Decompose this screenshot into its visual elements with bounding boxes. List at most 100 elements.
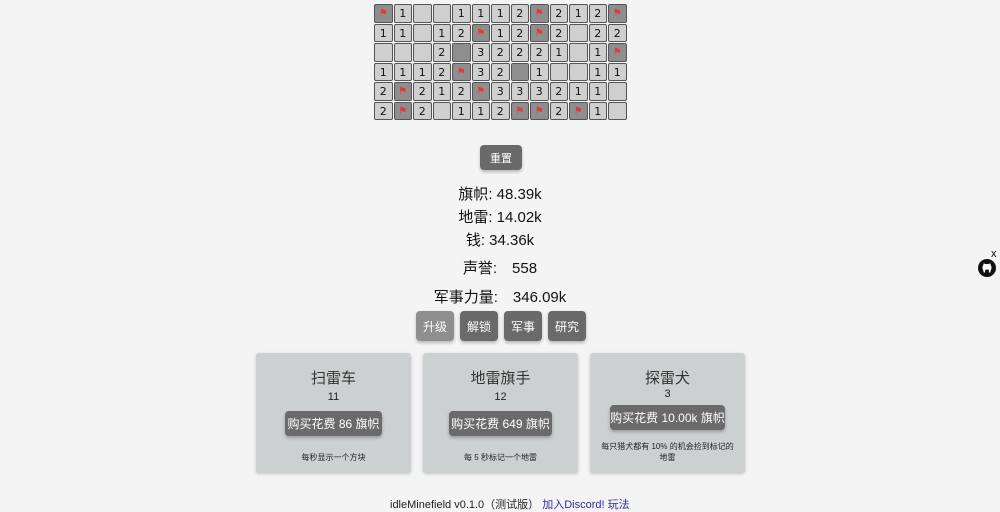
revealed-cell[interactable]: 1	[530, 62, 549, 81]
revealed-cell[interactable]: 2	[549, 82, 568, 101]
flagged-cell[interactable]: ⚑	[530, 101, 549, 120]
revealed-cell[interactable]: 1	[471, 4, 490, 23]
revealed-cell[interactable]: 2	[452, 23, 471, 42]
revealed-cell[interactable]: 1	[432, 82, 451, 101]
revealed-cell[interactable]: 1	[608, 62, 627, 81]
revealed-cell[interactable]: 1	[393, 23, 412, 42]
revealed-cell[interactable]: 2	[491, 101, 510, 120]
flagged-cell[interactable]: ⚑	[608, 43, 627, 62]
revealed-cell[interactable]: 1	[588, 62, 607, 81]
card-description: 每只猎犬都有 10% 的机会捡到标记的地雷	[601, 442, 734, 462]
revealed-cell[interactable]: 2	[549, 23, 568, 42]
tab-military[interactable]: 军事	[504, 311, 542, 341]
revealed-cell[interactable]: 1	[588, 82, 607, 101]
flag-icon: ⚑	[573, 105, 583, 117]
revealed-cell[interactable]: 1	[491, 23, 510, 42]
flag-icon: ⚑	[534, 27, 544, 39]
flag-icon: ⚑	[476, 27, 486, 39]
tab-unlocks[interactable]: 解锁	[460, 311, 498, 341]
revealed-cell[interactable]	[393, 43, 412, 62]
revealed-cell[interactable]: 1	[569, 4, 588, 23]
revealed-cell[interactable]: 1	[452, 4, 471, 23]
flagged-cell[interactable]: ⚑	[374, 4, 393, 23]
card-count: 12	[494, 391, 507, 403]
revealed-cell[interactable]: 2	[608, 23, 627, 42]
flagged-cell[interactable]: ⚑	[393, 101, 412, 120]
revealed-cell[interactable]: 1	[569, 82, 588, 101]
revealed-cell[interactable]: 1	[393, 62, 412, 81]
revealed-cell[interactable]	[569, 23, 588, 42]
flagged-cell[interactable]: ⚑	[530, 23, 549, 42]
revealed-cell[interactable]: 1	[588, 43, 607, 62]
revealed-cell[interactable]: 2	[491, 62, 510, 81]
flagged-cell[interactable]: ⚑	[608, 4, 627, 23]
revealed-cell[interactable]	[432, 4, 451, 23]
buy-flagger-button[interactable]: 购买花费 649 旗帜	[449, 411, 552, 436]
revealed-cell[interactable]	[413, 4, 432, 23]
revealed-cell[interactable]: 2	[374, 82, 393, 101]
revealed-cell[interactable]: 2	[452, 82, 471, 101]
flagged-cell[interactable]: ⚑	[471, 82, 490, 101]
money-count: 钱: 34.36k	[465, 232, 535, 249]
prestige-count: 声誉: 558	[462, 260, 538, 277]
revealed-cell[interactable]: 3	[491, 82, 510, 101]
flagged-cell[interactable]: ⚑	[530, 4, 549, 23]
revealed-cell[interactable]: 1	[413, 62, 432, 81]
revealed-cell[interactable]: 3	[530, 82, 549, 101]
card-title: 地雷旗手	[470, 370, 531, 387]
unrevealed-cell[interactable]	[452, 43, 471, 62]
revealed-cell[interactable]: 1	[452, 101, 471, 120]
revealed-cell[interactable]: 3	[510, 82, 529, 101]
revealed-cell[interactable]: 2	[549, 4, 568, 23]
flagged-cell[interactable]: ⚑	[569, 101, 588, 120]
buy-dog-button[interactable]: 购买花费 10.00k 旗帜	[610, 405, 725, 430]
flagged-cell[interactable]: ⚑	[510, 101, 529, 120]
revealed-cell[interactable]	[413, 23, 432, 42]
revealed-cell[interactable]: 2	[588, 23, 607, 42]
mines-count: 地雷: 14.02k	[458, 209, 542, 226]
revealed-cell[interactable]: 1	[491, 4, 510, 23]
revealed-cell[interactable]	[549, 62, 568, 81]
buy-sweeper-button[interactable]: 购买花费 86 旗帜	[285, 411, 382, 436]
revealed-cell[interactable]	[374, 43, 393, 62]
revealed-cell[interactable]: 2	[530, 43, 549, 62]
flagged-cell[interactable]: ⚑	[471, 23, 490, 42]
revealed-cell[interactable]	[413, 43, 432, 62]
flagged-cell[interactable]: ⚑	[393, 82, 412, 101]
flag-icon: ⚑	[476, 86, 486, 97]
revealed-cell[interactable]: 2	[588, 4, 607, 23]
unrevealed-cell[interactable]	[510, 62, 529, 81]
revealed-cell[interactable]: 1	[549, 43, 568, 62]
revealed-cell[interactable]: 1	[374, 62, 393, 81]
revealed-cell[interactable]	[608, 82, 627, 101]
revealed-cell[interactable]: 2	[432, 62, 451, 81]
revealed-cell[interactable]: 2	[510, 43, 529, 62]
revealed-cell[interactable]	[569, 43, 588, 62]
revealed-cell[interactable]: 2	[413, 82, 432, 101]
revealed-cell[interactable]: 3	[471, 43, 490, 62]
tab-research[interactable]: 研究	[548, 311, 586, 341]
footer: idleMinefield v0.1.0（测试版） 加入Discord! 玩法	[390, 496, 630, 512]
revealed-cell[interactable]: 2	[413, 101, 432, 120]
revealed-cell[interactable]	[608, 101, 627, 120]
reset-button[interactable]: 重置	[480, 145, 522, 170]
revealed-cell[interactable]: 1	[393, 4, 412, 23]
revealed-cell[interactable]: 1	[432, 23, 451, 42]
tab-upgrades[interactable]: 升级	[416, 311, 454, 341]
revealed-cell[interactable]: 3	[471, 62, 490, 81]
revealed-cell[interactable]: 1	[471, 101, 490, 120]
revealed-cell[interactable]: 2	[510, 23, 529, 42]
revealed-cell[interactable]: 2	[374, 101, 393, 120]
revealed-cell[interactable]: 2	[549, 101, 568, 120]
revealed-cell[interactable]	[432, 101, 451, 120]
revealed-cell[interactable]: 2	[510, 4, 529, 23]
revealed-cell[interactable]: 1	[374, 23, 393, 42]
revealed-cell[interactable]: 2	[432, 43, 451, 62]
revealed-cell[interactable]: 1	[588, 101, 607, 120]
revealed-cell[interactable]: 2	[491, 43, 510, 62]
revealed-cell[interactable]	[569, 62, 588, 81]
github-icon[interactable]	[978, 259, 996, 277]
flagged-cell[interactable]: ⚑	[452, 62, 471, 81]
card-title: 探雷犬	[644, 370, 690, 387]
minefield-board[interactable]: ⚑ 1 1 1 1 2 ⚑ 2 1 2 ⚑ 1 1 1 2 ⚑ 1 2 ⚑ 2 2 2 2 3 2 2 2 1 1 ⚑ 1 1 1 2 ⚑ 3 2 1 1 1…	[374, 4, 628, 121]
